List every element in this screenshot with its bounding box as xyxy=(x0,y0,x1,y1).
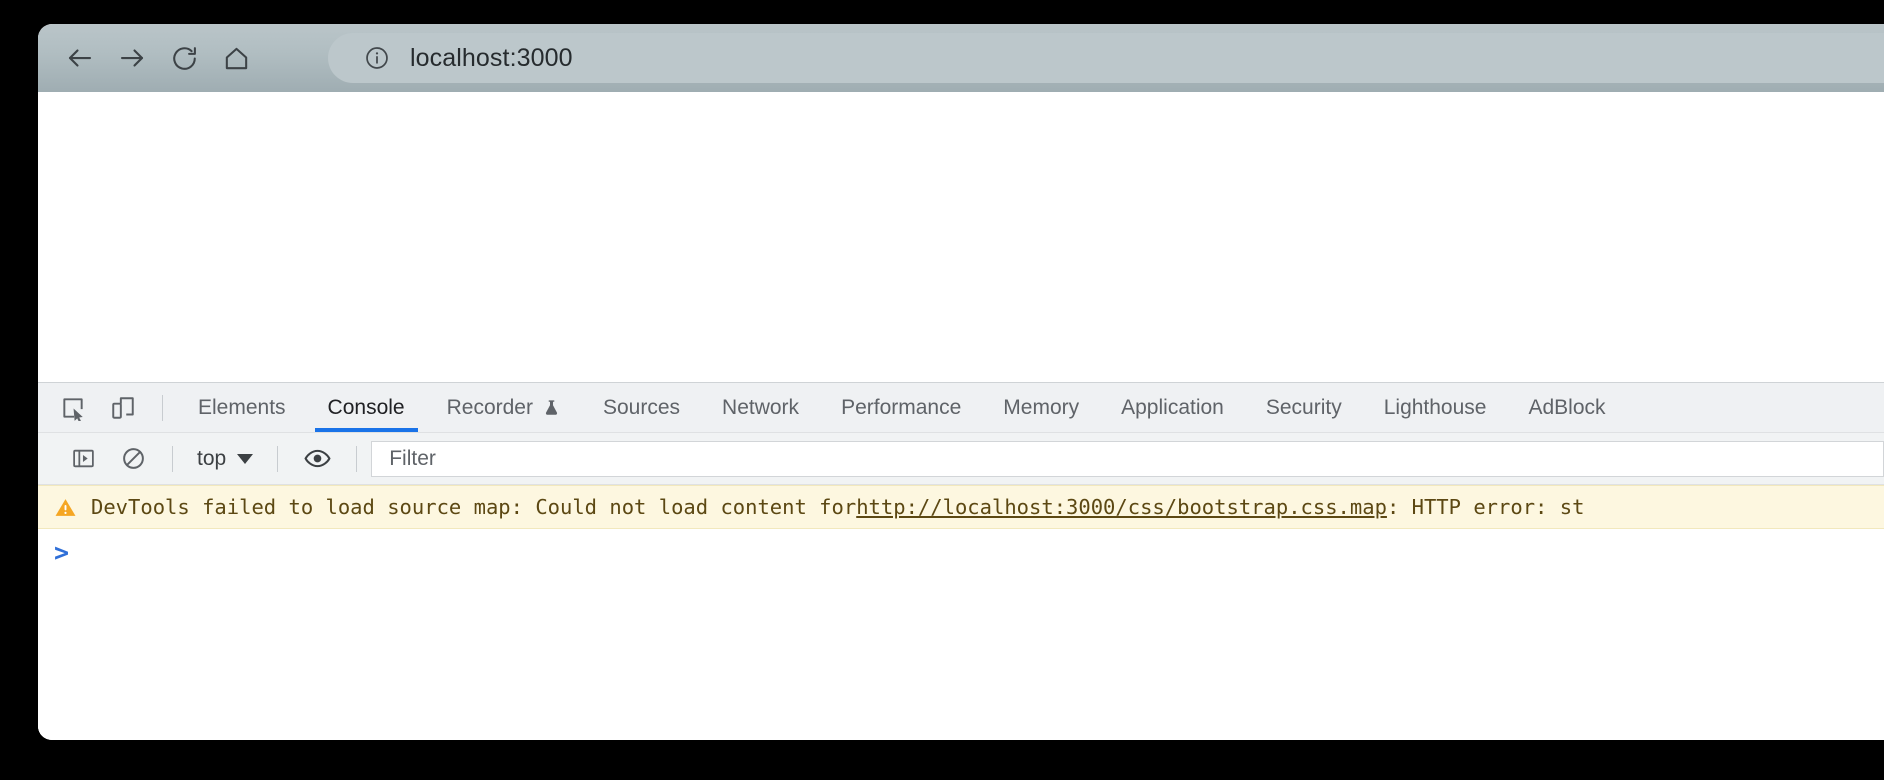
filter-input[interactable]: Filter xyxy=(371,440,1884,477)
tab-console[interactable]: Console xyxy=(307,383,426,432)
tab-label: Elements xyxy=(198,395,286,419)
tab-elements[interactable]: Elements xyxy=(177,383,307,432)
device-toolbar-icon xyxy=(112,396,134,419)
live-expression-button[interactable] xyxy=(292,445,342,472)
back-button[interactable] xyxy=(54,32,106,84)
reload-icon xyxy=(172,46,196,70)
console-message-link[interactable]: http://localhost:3000/css/bootstrap.css.… xyxy=(856,495,1387,519)
tab-performance[interactable]: Performance xyxy=(820,383,982,432)
console-message-text-after: : HTTP error: st xyxy=(1386,495,1585,519)
prompt-caret-icon: > xyxy=(54,537,70,567)
tab-label: Recorder xyxy=(446,395,533,419)
clear-console-button[interactable] xyxy=(108,446,158,471)
browser-window: localhost:3000 Elements Console Recorder… xyxy=(38,24,1884,740)
tab-recorder[interactable]: Recorder xyxy=(426,383,582,432)
arrow-right-icon xyxy=(120,49,144,67)
tab-label: Memory xyxy=(1003,395,1080,419)
arrow-left-icon xyxy=(68,49,92,67)
console-toolbar-divider-2 xyxy=(277,445,279,472)
filter-placeholder: Filter xyxy=(389,446,436,470)
tab-sources[interactable]: Sources xyxy=(582,383,701,432)
forward-button[interactable] xyxy=(106,32,158,84)
toolbar-divider xyxy=(162,394,163,421)
reload-button[interactable] xyxy=(158,32,210,84)
eye-icon xyxy=(304,449,331,468)
address-bar-text: localhost:3000 xyxy=(410,43,573,72)
tab-label: Performance xyxy=(841,395,962,419)
inspect-element-button[interactable] xyxy=(48,383,98,432)
warning-triangle-icon xyxy=(54,496,77,519)
console-prompt-row[interactable]: > xyxy=(38,529,1884,575)
tab-label: Lighthouse xyxy=(1383,395,1487,419)
home-icon xyxy=(225,47,247,69)
tab-label: Application xyxy=(1121,395,1224,419)
tab-label: AdBlock xyxy=(1528,395,1606,419)
tab-label: Network xyxy=(722,395,800,419)
page-viewport xyxy=(38,92,1884,382)
tab-label: Sources xyxy=(602,395,681,419)
clear-console-icon xyxy=(122,448,144,469)
inspect-element-icon xyxy=(63,397,83,421)
console-sidebar-icon xyxy=(72,449,94,468)
tab-lighthouse[interactable]: Lighthouse xyxy=(1363,383,1508,432)
execution-context-selector[interactable]: top xyxy=(187,447,263,471)
flask-icon xyxy=(545,400,558,415)
console-message-warning[interactable]: DevTools failed to load source map: Coul… xyxy=(38,485,1884,529)
devtools-tabbar: Elements Console Recorder Sources Networ… xyxy=(38,383,1884,433)
browser-toolbar: localhost:3000 xyxy=(38,24,1884,92)
tab-network[interactable]: Network xyxy=(701,383,820,432)
console-toolbar-divider xyxy=(172,445,173,472)
info-circle-icon[interactable] xyxy=(364,45,390,71)
tab-adblock[interactable]: AdBlock xyxy=(1507,383,1626,432)
devtools-panel: Elements Console Recorder Sources Networ… xyxy=(38,382,1884,740)
console-sidebar-toggle[interactable] xyxy=(58,446,108,471)
device-toolbar-button[interactable] xyxy=(98,383,148,432)
execution-context-label: top xyxy=(197,446,227,470)
home-button[interactable] xyxy=(210,32,262,84)
console-body: DevTools failed to load source map: Coul… xyxy=(38,485,1884,740)
tab-security[interactable]: Security xyxy=(1245,383,1363,432)
address-bar[interactable]: localhost:3000 xyxy=(328,33,1884,83)
tab-memory[interactable]: Memory xyxy=(982,383,1100,432)
chevron-down-icon xyxy=(237,453,254,464)
console-message-text-before: DevTools failed to load source map: Coul… xyxy=(91,495,857,519)
tab-label: Security xyxy=(1265,395,1342,419)
console-toolbar-divider-3 xyxy=(356,445,358,472)
tab-application[interactable]: Application xyxy=(1100,383,1245,432)
console-toolbar: top Filter xyxy=(38,433,1884,485)
tab-label: Console xyxy=(327,395,405,419)
